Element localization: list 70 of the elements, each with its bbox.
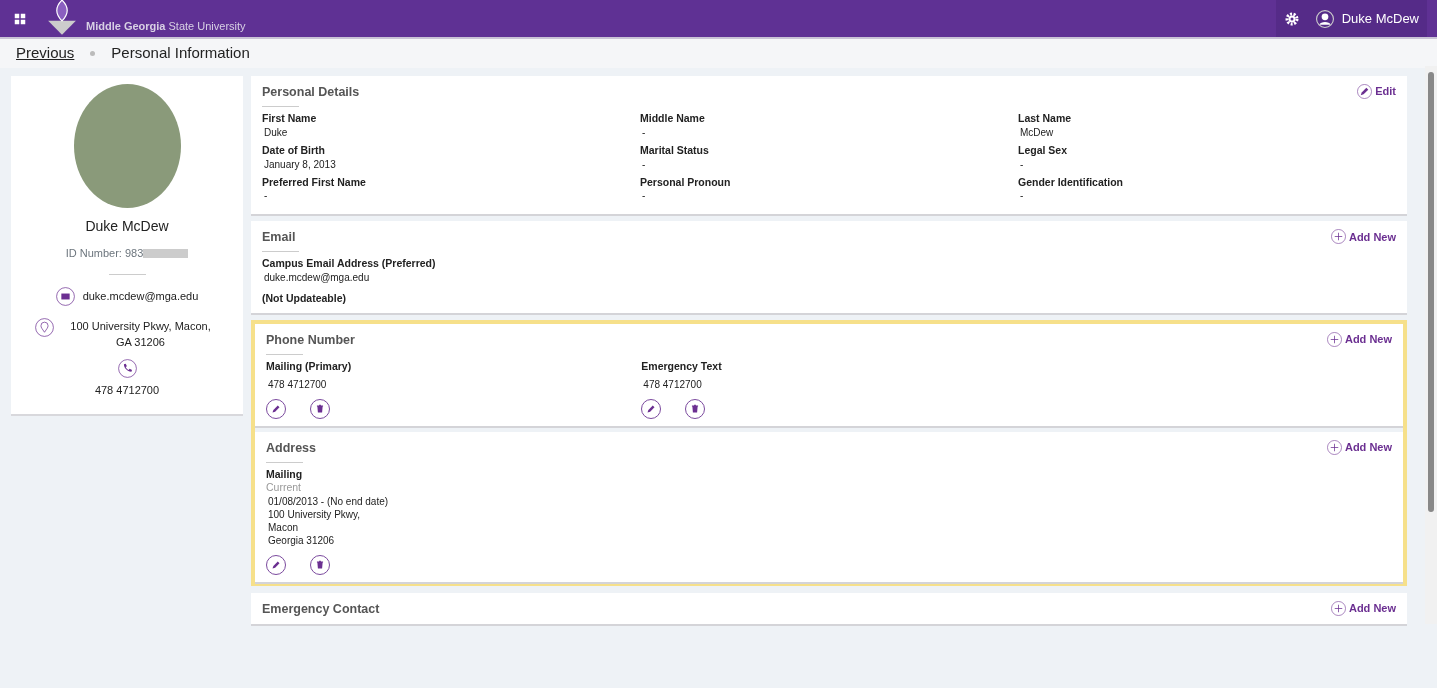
field-label: Gender Identification <box>1018 175 1124 190</box>
field-value: 478 4712700 <box>642 377 703 391</box>
pencil-icon <box>1357 84 1373 99</box>
edit-button[interactable] <box>266 555 286 576</box>
profile-email: duke.mcdew@mga.edu <box>82 288 199 304</box>
field-label: Mailing <box>266 467 304 482</box>
add-new-link[interactable]: Add New <box>1326 331 1392 347</box>
scrollbar-thumb[interactable] <box>1428 72 1434 512</box>
field-label: Personal Pronoun <box>640 175 732 190</box>
field-label: Date of Birth <box>262 143 326 158</box>
edit-button[interactable] <box>266 398 286 419</box>
plus-icon <box>1330 601 1346 617</box>
edit-button[interactable] <box>641 398 662 419</box>
field-value: - <box>641 157 647 171</box>
field-value: January 8, 2013 <box>263 157 337 171</box>
settings-icon[interactable] <box>1283 10 1300 27</box>
logo-text: Middle Georgia State University <box>86 19 246 35</box>
field-label: Middle Name <box>640 112 706 126</box>
add-new-link[interactable]: Add New <box>1330 601 1396 617</box>
field-label: Marital Status <box>640 143 710 158</box>
plus-icon <box>1330 229 1346 245</box>
field-label: Preferred First Name <box>262 175 367 190</box>
address-line: Georgia 31206 <box>268 534 336 548</box>
field-note: (Not Updateable) <box>262 292 347 306</box>
address-line: 100 University Pkwy, <box>268 508 362 522</box>
envelope-icon <box>55 286 75 306</box>
page-title: Personal Information <box>111 43 250 64</box>
field-label: Emergency Text <box>641 359 723 374</box>
add-new-link[interactable]: Add New <box>1330 229 1396 245</box>
map-pin-icon <box>35 317 54 337</box>
address-status: Current <box>266 481 302 496</box>
address-line: 01/08/2013 - (No end date) <box>268 495 390 509</box>
scrollbar[interactable] <box>1425 66 1437 625</box>
edit-link[interactable]: Edit <box>1357 84 1396 99</box>
field-value: Duke <box>263 125 289 139</box>
profile-phone: 478 4712700 <box>94 382 160 398</box>
section-title: Emergency Contact <box>262 601 380 618</box>
field-value: - <box>1019 157 1025 171</box>
phone-icon <box>117 358 137 378</box>
redacted-block <box>143 248 189 258</box>
section-title: Phone Number <box>266 331 355 348</box>
address-line: Macon <box>268 521 299 535</box>
field-value: - <box>641 189 647 203</box>
field-value: - <box>1019 189 1025 203</box>
field-value: 478 4712700 <box>267 377 328 391</box>
add-new-link[interactable]: Add New <box>1326 439 1392 455</box>
breadcrumb-separator <box>90 51 96 56</box>
section-title: Email <box>262 229 296 246</box>
profile-address: 100 University Pkwy, Macon, GA 31206 <box>69 318 212 350</box>
plus-icon <box>1326 331 1342 347</box>
section-title: Address <box>266 439 317 456</box>
apps-grid-icon[interactable] <box>14 12 26 25</box>
user-avatar-icon <box>1315 9 1334 28</box>
delete-button[interactable] <box>685 398 706 419</box>
delete-button[interactable] <box>310 555 330 576</box>
section-title: Personal Details <box>262 84 360 101</box>
plus-icon <box>1326 439 1342 455</box>
field-label: First Name <box>262 112 318 126</box>
field-value: - <box>641 125 647 139</box>
field-label: Legal Sex <box>1018 143 1069 158</box>
id-number: ID Number: 983 <box>65 246 144 261</box>
field-label: Campus Email Address (Preferred) <box>262 257 437 272</box>
field-label: Last Name <box>1018 112 1073 126</box>
field-value: McDew <box>1019 125 1055 139</box>
delete-button[interactable] <box>310 398 330 419</box>
field-label: Mailing (Primary) <box>266 359 353 374</box>
field-value: - <box>263 189 269 203</box>
previous-link[interactable]: Previous <box>16 42 75 65</box>
field-value: duke.mcdew@mga.edu <box>263 271 371 285</box>
profile-name: Duke McDew <box>85 217 169 236</box>
